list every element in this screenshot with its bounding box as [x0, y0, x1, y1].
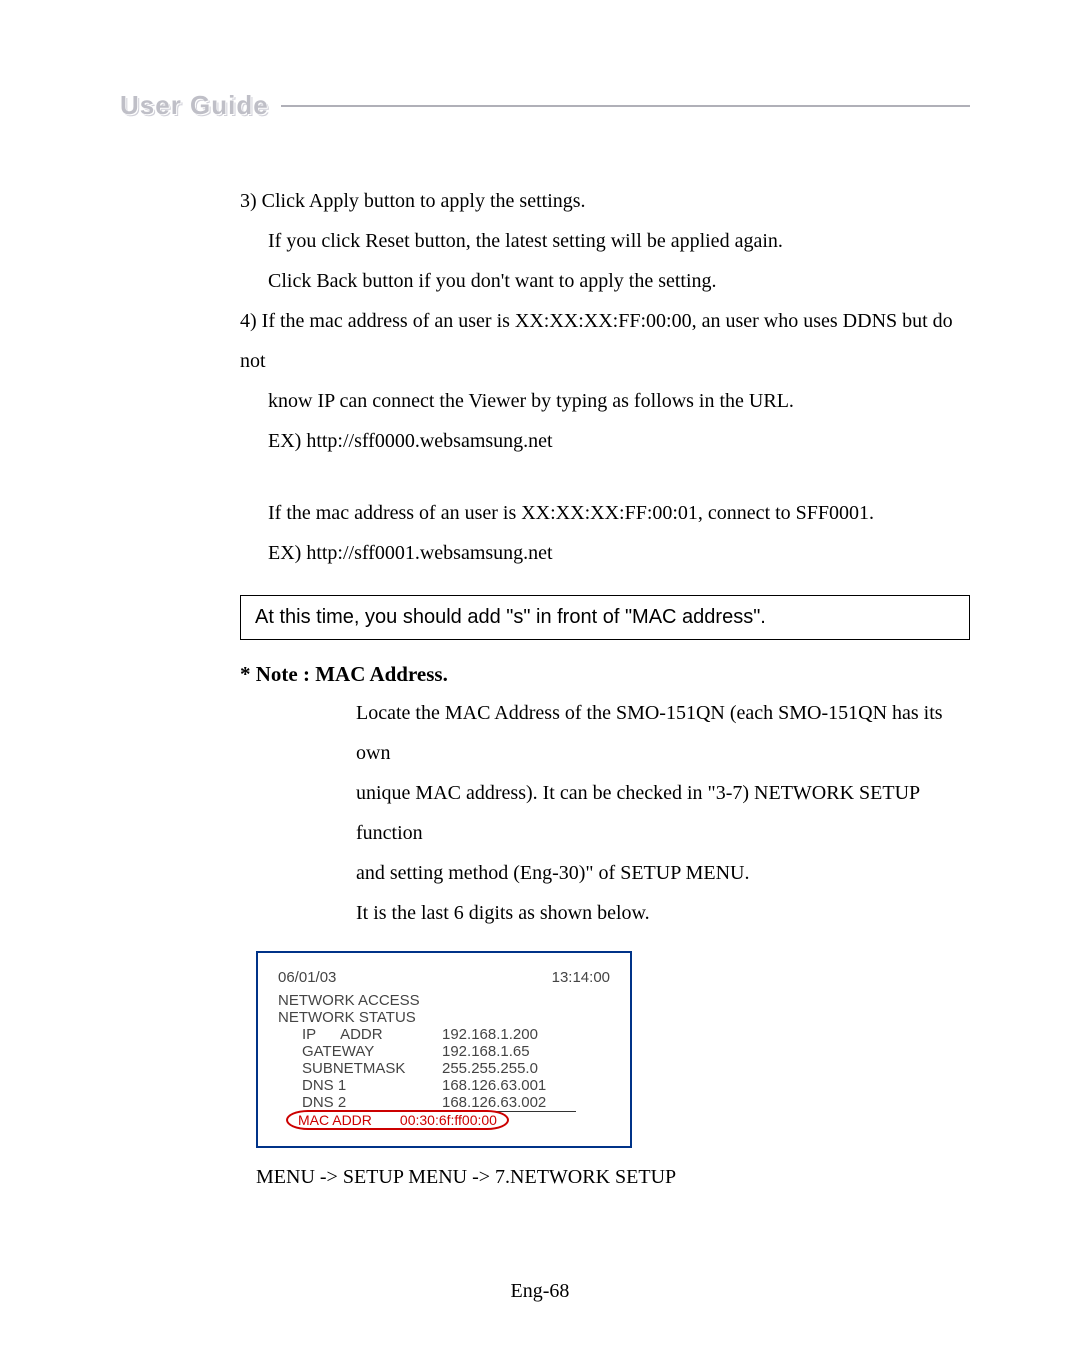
step-3: 3) Click Apply button to apply the setti…	[240, 181, 970, 221]
panel-time: 13:14:00	[552, 969, 610, 986]
row-gw-val: 192.168.1.65	[442, 1043, 530, 1060]
note-line-1: Locate the MAC Address of the SMO-151QN …	[356, 693, 976, 773]
panel-date: 06/01/03	[278, 969, 336, 986]
row-dns1: DNS 1 168.126.63.001	[302, 1077, 612, 1094]
row-ip: IP ADDR 192.168.1.200	[302, 1026, 612, 1043]
row-gateway: GATEWAY 192.168.1.65	[302, 1043, 612, 1060]
callout-box: At this time, you should add "s" in fron…	[240, 595, 970, 640]
row-subnet: SUBNETMASK 255.255.255.0	[302, 1060, 612, 1077]
panel-title-2: NETWORK STATUS	[276, 1009, 612, 1026]
page-root: User Guide 3) Click Apply button to appl…	[0, 0, 1080, 1189]
callout-text: At this time, you should add "s" in fron…	[255, 606, 766, 628]
network-status-inner: 06/01/03 13:14:00 NETWORK ACCESS NETWORK…	[264, 959, 624, 1140]
step-4: 4) If the mac address of an user is XX:X…	[240, 301, 970, 381]
note-body: Locate the MAC Address of the SMO-151QN …	[356, 693, 976, 933]
panel-datetime-row: 06/01/03 13:14:00	[276, 967, 612, 992]
page-number: Eng-68	[0, 1280, 1080, 1303]
note-line-3: and setting method (Eng-30)" of SETUP ME…	[356, 853, 976, 893]
header-title: User Guide	[120, 90, 269, 121]
row-d1-val: 168.126.63.001	[442, 1077, 546, 1094]
panel-title-1: NETWORK ACCESS	[276, 992, 612, 1009]
mac-highlight-ellipse: MAC ADDR 00:30:6f:ff00:00	[286, 1110, 509, 1130]
header-divider	[281, 105, 970, 107]
row-d2-val: 168.126.63.002	[442, 1094, 546, 1111]
page-header: User Guide	[120, 90, 970, 121]
row-sm-val: 255.255.255.0	[442, 1060, 538, 1077]
row-d1-key: DNS 1	[302, 1077, 442, 1094]
note-heading: * Note : MAC Address.	[240, 662, 970, 687]
step-4-line-a: know IP can connect the Viewer by typing…	[240, 381, 970, 421]
step-3-line-b: Click Back button if you don't want to a…	[240, 261, 970, 301]
row-ip-key: IP ADDR	[302, 1026, 442, 1043]
step-5-line-a: EX) http://sff0001.websamsung.net	[240, 533, 970, 573]
row-d2-key: DNS 2	[302, 1094, 442, 1111]
row-ip-val: 192.168.1.200	[442, 1026, 538, 1043]
menu-path: MENU -> SETUP MENU -> 7.NETWORK SETUP	[256, 1166, 970, 1189]
note-line-2: unique MAC address). It can be checked i…	[356, 773, 976, 853]
step-4-line-b: EX) http://sff0000.websamsung.net	[240, 421, 970, 461]
row-sm-key: SUBNETMASK	[302, 1060, 442, 1077]
panel-table: IP ADDR 192.168.1.200 GATEWAY 192.168.1.…	[276, 1026, 612, 1111]
row-mac-key: MAC ADDR	[298, 1112, 372, 1128]
row-mac-val: 00:30:6f:ff00:00	[400, 1112, 497, 1128]
step-3-line-a: If you click Reset button, the latest se…	[240, 221, 970, 261]
row-dns2: DNS 2 168.126.63.002	[302, 1094, 612, 1111]
network-status-panel: 06/01/03 13:14:00 NETWORK ACCESS NETWORK…	[256, 951, 632, 1148]
row-mac: MAC ADDR 00:30:6f:ff00:00	[276, 1110, 612, 1130]
note-line-4: It is the last 6 digits as shown below.	[356, 893, 976, 933]
row-gw-key: GATEWAY	[302, 1043, 442, 1060]
body-text-block: 3) Click Apply button to apply the setti…	[240, 181, 970, 573]
step-5: If the mac address of an user is XX:XX:X…	[240, 493, 970, 533]
